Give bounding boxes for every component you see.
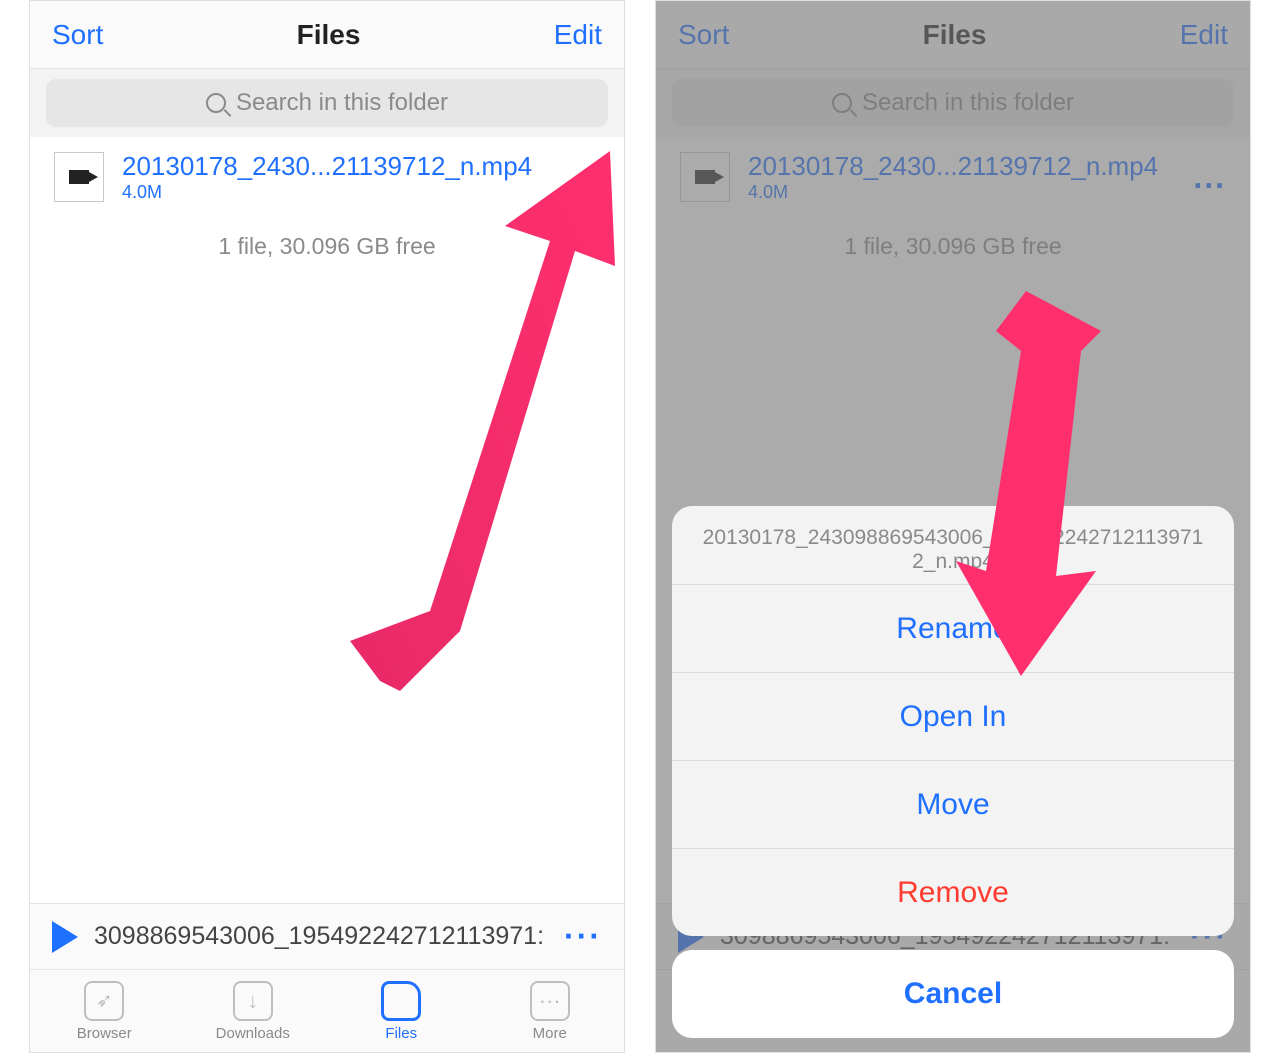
tab-files[interactable]: Files bbox=[327, 970, 476, 1052]
sort-button[interactable]: Sort bbox=[52, 19, 103, 51]
player-filename: 3098869543006_195492242712113971: bbox=[94, 922, 548, 951]
files-screen: Sort Files Edit Search in this folder 20… bbox=[29, 0, 625, 1053]
edit-button[interactable]: Edit bbox=[554, 19, 602, 51]
openin-button[interactable]: Open In bbox=[672, 672, 1234, 760]
folder-status: 1 file, 30.096 GB free bbox=[30, 217, 624, 276]
files-screen-actionsheet: Sort Files Edit Search in this folder 20… bbox=[655, 0, 1251, 1053]
video-icon bbox=[54, 152, 104, 202]
search-icon bbox=[206, 93, 226, 113]
player-bar[interactable]: 3098869543006_195492242712113971: ··· bbox=[30, 903, 624, 970]
search-placeholder: Search in this folder bbox=[236, 89, 448, 117]
action-sheet: 20130178_243098869543006_195492242712113… bbox=[672, 506, 1234, 1038]
tab-bar: Browser Downloads Files More bbox=[30, 970, 624, 1052]
file-info: 20130178_2430...21139712_n.mp4 4.0M bbox=[122, 151, 549, 203]
tab-more[interactable]: More bbox=[476, 970, 625, 1052]
search-input[interactable]: Search in this folder bbox=[46, 79, 608, 127]
cancel-button[interactable]: Cancel bbox=[672, 950, 1234, 1038]
more-icon bbox=[530, 981, 570, 1021]
page-title: Files bbox=[297, 19, 361, 51]
player-more-button[interactable]: ··· bbox=[564, 918, 602, 955]
search-wrap: Search in this folder bbox=[30, 69, 624, 137]
sheet-filename: 20130178_243098869543006_195492242712113… bbox=[672, 506, 1234, 584]
remove-button[interactable]: Remove bbox=[672, 848, 1234, 936]
move-button[interactable]: Move bbox=[672, 760, 1234, 848]
files-icon bbox=[381, 981, 421, 1021]
tab-browser[interactable]: Browser bbox=[30, 970, 179, 1052]
tab-downloads[interactable]: Downloads bbox=[179, 970, 328, 1052]
download-icon bbox=[233, 981, 273, 1021]
play-icon[interactable] bbox=[52, 921, 78, 953]
file-row[interactable]: 20130178_2430...21139712_n.mp4 4.0M ... bbox=[30, 137, 624, 217]
rename-button[interactable]: Rename bbox=[672, 584, 1234, 672]
compass-icon bbox=[84, 981, 124, 1021]
navbar: Sort Files Edit bbox=[30, 1, 624, 69]
file-size: 4.0M bbox=[122, 182, 549, 203]
file-name: 20130178_2430...21139712_n.mp4 bbox=[122, 151, 549, 182]
file-more-button[interactable]: ... bbox=[567, 159, 600, 196]
